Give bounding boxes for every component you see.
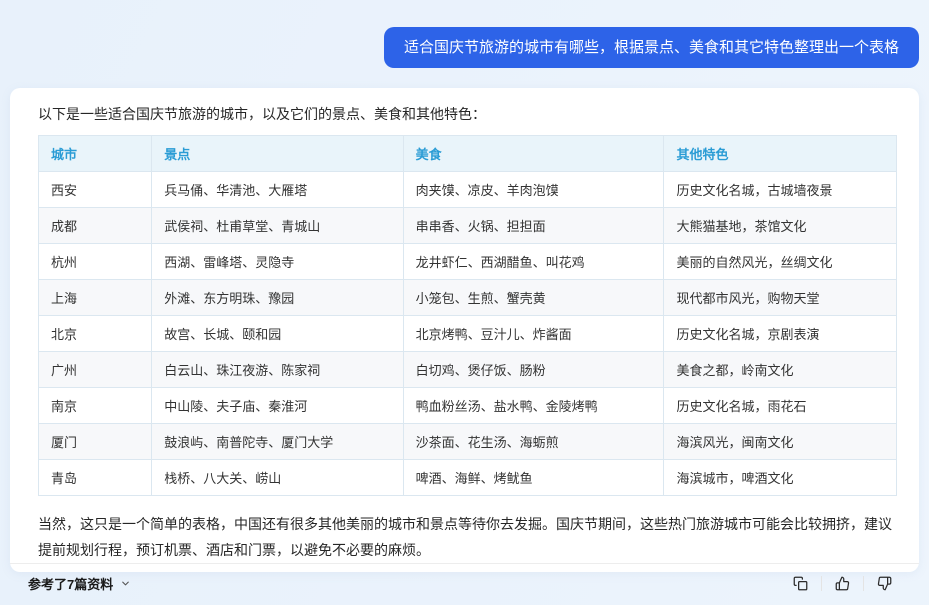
table-header-city: 城市 — [39, 136, 152, 172]
copy-button[interactable] — [780, 576, 821, 591]
response-intro-text: 以下是一些适合国庆节旅游的城市，以及它们的景点、美食和其他特色： — [38, 103, 897, 125]
table-row: 南京中山陵、夫子庙、秦淮河鸭血粉丝汤、盐水鸭、金陵烤鸭历史文化名城，雨花石 — [39, 388, 897, 424]
thumbs-up-icon — [835, 576, 850, 591]
thumbs-down-icon — [877, 576, 892, 591]
table-cell: 广州 — [39, 352, 152, 388]
table-cell: 西湖、雷峰塔、灵隐寺 — [152, 244, 403, 280]
table-cell: 西安 — [39, 172, 152, 208]
table-row: 广州白云山、珠江夜游、陈家祠白切鸡、煲仔饭、肠粉美食之都，岭南文化 — [39, 352, 897, 388]
table-row: 青岛栈桥、八大关、崂山啤酒、海鲜、烤鱿鱼海滨城市，啤酒文化 — [39, 460, 897, 496]
table-cell: 美食之都，岭南文化 — [664, 352, 897, 388]
table-cell: 北京烤鸭、豆汁儿、炸酱面 — [403, 316, 664, 352]
table-cell: 大熊猫基地，茶馆文化 — [664, 208, 897, 244]
table-row: 西安兵马俑、华清池、大雁塔肉夹馍、凉皮、羊肉泡馍历史文化名城，古城墙夜景 — [39, 172, 897, 208]
table-cell: 栈桥、八大关、崂山 — [152, 460, 403, 496]
table-cell: 海滨风光，闽南文化 — [664, 424, 897, 460]
copy-icon — [793, 576, 808, 591]
table-cell: 串串香、火锅、担担面 — [403, 208, 664, 244]
table-cell: 白切鸡、煲仔饭、肠粉 — [403, 352, 664, 388]
table-cell: 啤酒、海鲜、烤鱿鱼 — [403, 460, 664, 496]
response-footer: 参考了7篇资料 — [10, 563, 919, 605]
assistant-response-content: 以下是一些适合国庆节旅游的城市，以及它们的景点、美食和其他特色： 城市 景点 美… — [10, 88, 919, 563]
table-cell: 历史文化名城，雨花石 — [664, 388, 897, 424]
table-row: 成都武侯祠、杜甫草堂、青城山串串香、火锅、担担面大熊猫基地，茶馆文化 — [39, 208, 897, 244]
table-cell: 外滩、东方明珠、豫园 — [152, 280, 403, 316]
references-label: 参考了7篇资料 — [28, 574, 113, 593]
user-message-text: 适合国庆节旅游的城市有哪些，根据景点、美食和其它特色整理出一个表格 — [404, 39, 899, 56]
table-row: 上海外滩、东方明珠、豫园小笼包、生煎、蟹壳黄现代都市风光，购物天堂 — [39, 280, 897, 316]
table-cell: 杭州 — [39, 244, 152, 280]
table-cell: 武侯祠、杜甫草堂、青城山 — [152, 208, 403, 244]
table-cell: 鼓浪屿、南普陀寺、厦门大学 — [152, 424, 403, 460]
table-cell: 青岛 — [39, 460, 152, 496]
table-cell: 白云山、珠江夜游、陈家祠 — [152, 352, 403, 388]
table-cell: 成都 — [39, 208, 152, 244]
response-actions — [780, 576, 905, 591]
table-header-food: 美食 — [403, 136, 664, 172]
table-row: 北京故宫、长城、颐和园北京烤鸭、豆汁儿、炸酱面历史文化名城，京剧表演 — [39, 316, 897, 352]
table-cell: 龙井虾仁、西湖醋鱼、叫花鸡 — [403, 244, 664, 280]
user-message-bubble: 适合国庆节旅游的城市有哪些，根据景点、美食和其它特色整理出一个表格 — [384, 27, 919, 68]
response-outro-text: 当然，这只是一个简单的表格，中国还有很多其他美丽的城市和景点等待你去发掘。国庆节… — [38, 511, 897, 563]
table-row: 杭州西湖、雷峰塔、灵隐寺龙井虾仁、西湖醋鱼、叫花鸡美丽的自然风光，丝绸文化 — [39, 244, 897, 280]
table-cell: 沙茶面、花生汤、海蛎煎 — [403, 424, 664, 460]
table-cell: 中山陵、夫子庙、秦淮河 — [152, 388, 403, 424]
table-body: 西安兵马俑、华清池、大雁塔肉夹馍、凉皮、羊肉泡馍历史文化名城，古城墙夜景成都武侯… — [39, 172, 897, 496]
table-row: 厦门鼓浪屿、南普陀寺、厦门大学沙茶面、花生汤、海蛎煎海滨风光，闽南文化 — [39, 424, 897, 460]
thumbs-up-button[interactable] — [821, 576, 863, 591]
table-cell: 美丽的自然风光，丝绸文化 — [664, 244, 897, 280]
table-cell: 历史文化名城，京剧表演 — [664, 316, 897, 352]
table-cell: 海滨城市，啤酒文化 — [664, 460, 897, 496]
table-cell: 厦门 — [39, 424, 152, 460]
table-cell: 故宫、长城、颐和园 — [152, 316, 403, 352]
table-cell: 北京 — [39, 316, 152, 352]
assistant-response-card: 以下是一些适合国庆节旅游的城市，以及它们的景点、美食和其他特色： 城市 景点 美… — [10, 88, 919, 572]
table-cell: 肉夹馍、凉皮、羊肉泡馍 — [403, 172, 664, 208]
table-header-features: 其他特色 — [664, 136, 897, 172]
table-cell: 历史文化名城，古城墙夜景 — [664, 172, 897, 208]
table-header-row: 城市 景点 美食 其他特色 — [39, 136, 897, 172]
cities-table: 城市 景点 美食 其他特色 西安兵马俑、华清池、大雁塔肉夹馍、凉皮、羊肉泡馍历史… — [38, 135, 897, 496]
table-cell: 兵马俑、华清池、大雁塔 — [152, 172, 403, 208]
table-cell: 上海 — [39, 280, 152, 316]
table-header-attractions: 景点 — [152, 136, 403, 172]
references-toggle[interactable]: 参考了7篇资料 — [28, 574, 131, 593]
thumbs-down-button[interactable] — [863, 576, 905, 591]
table-cell: 南京 — [39, 388, 152, 424]
table-cell: 鸭血粉丝汤、盐水鸭、金陵烤鸭 — [403, 388, 664, 424]
table-cell: 现代都市风光，购物天堂 — [664, 280, 897, 316]
table-cell: 小笼包、生煎、蟹壳黄 — [403, 280, 664, 316]
